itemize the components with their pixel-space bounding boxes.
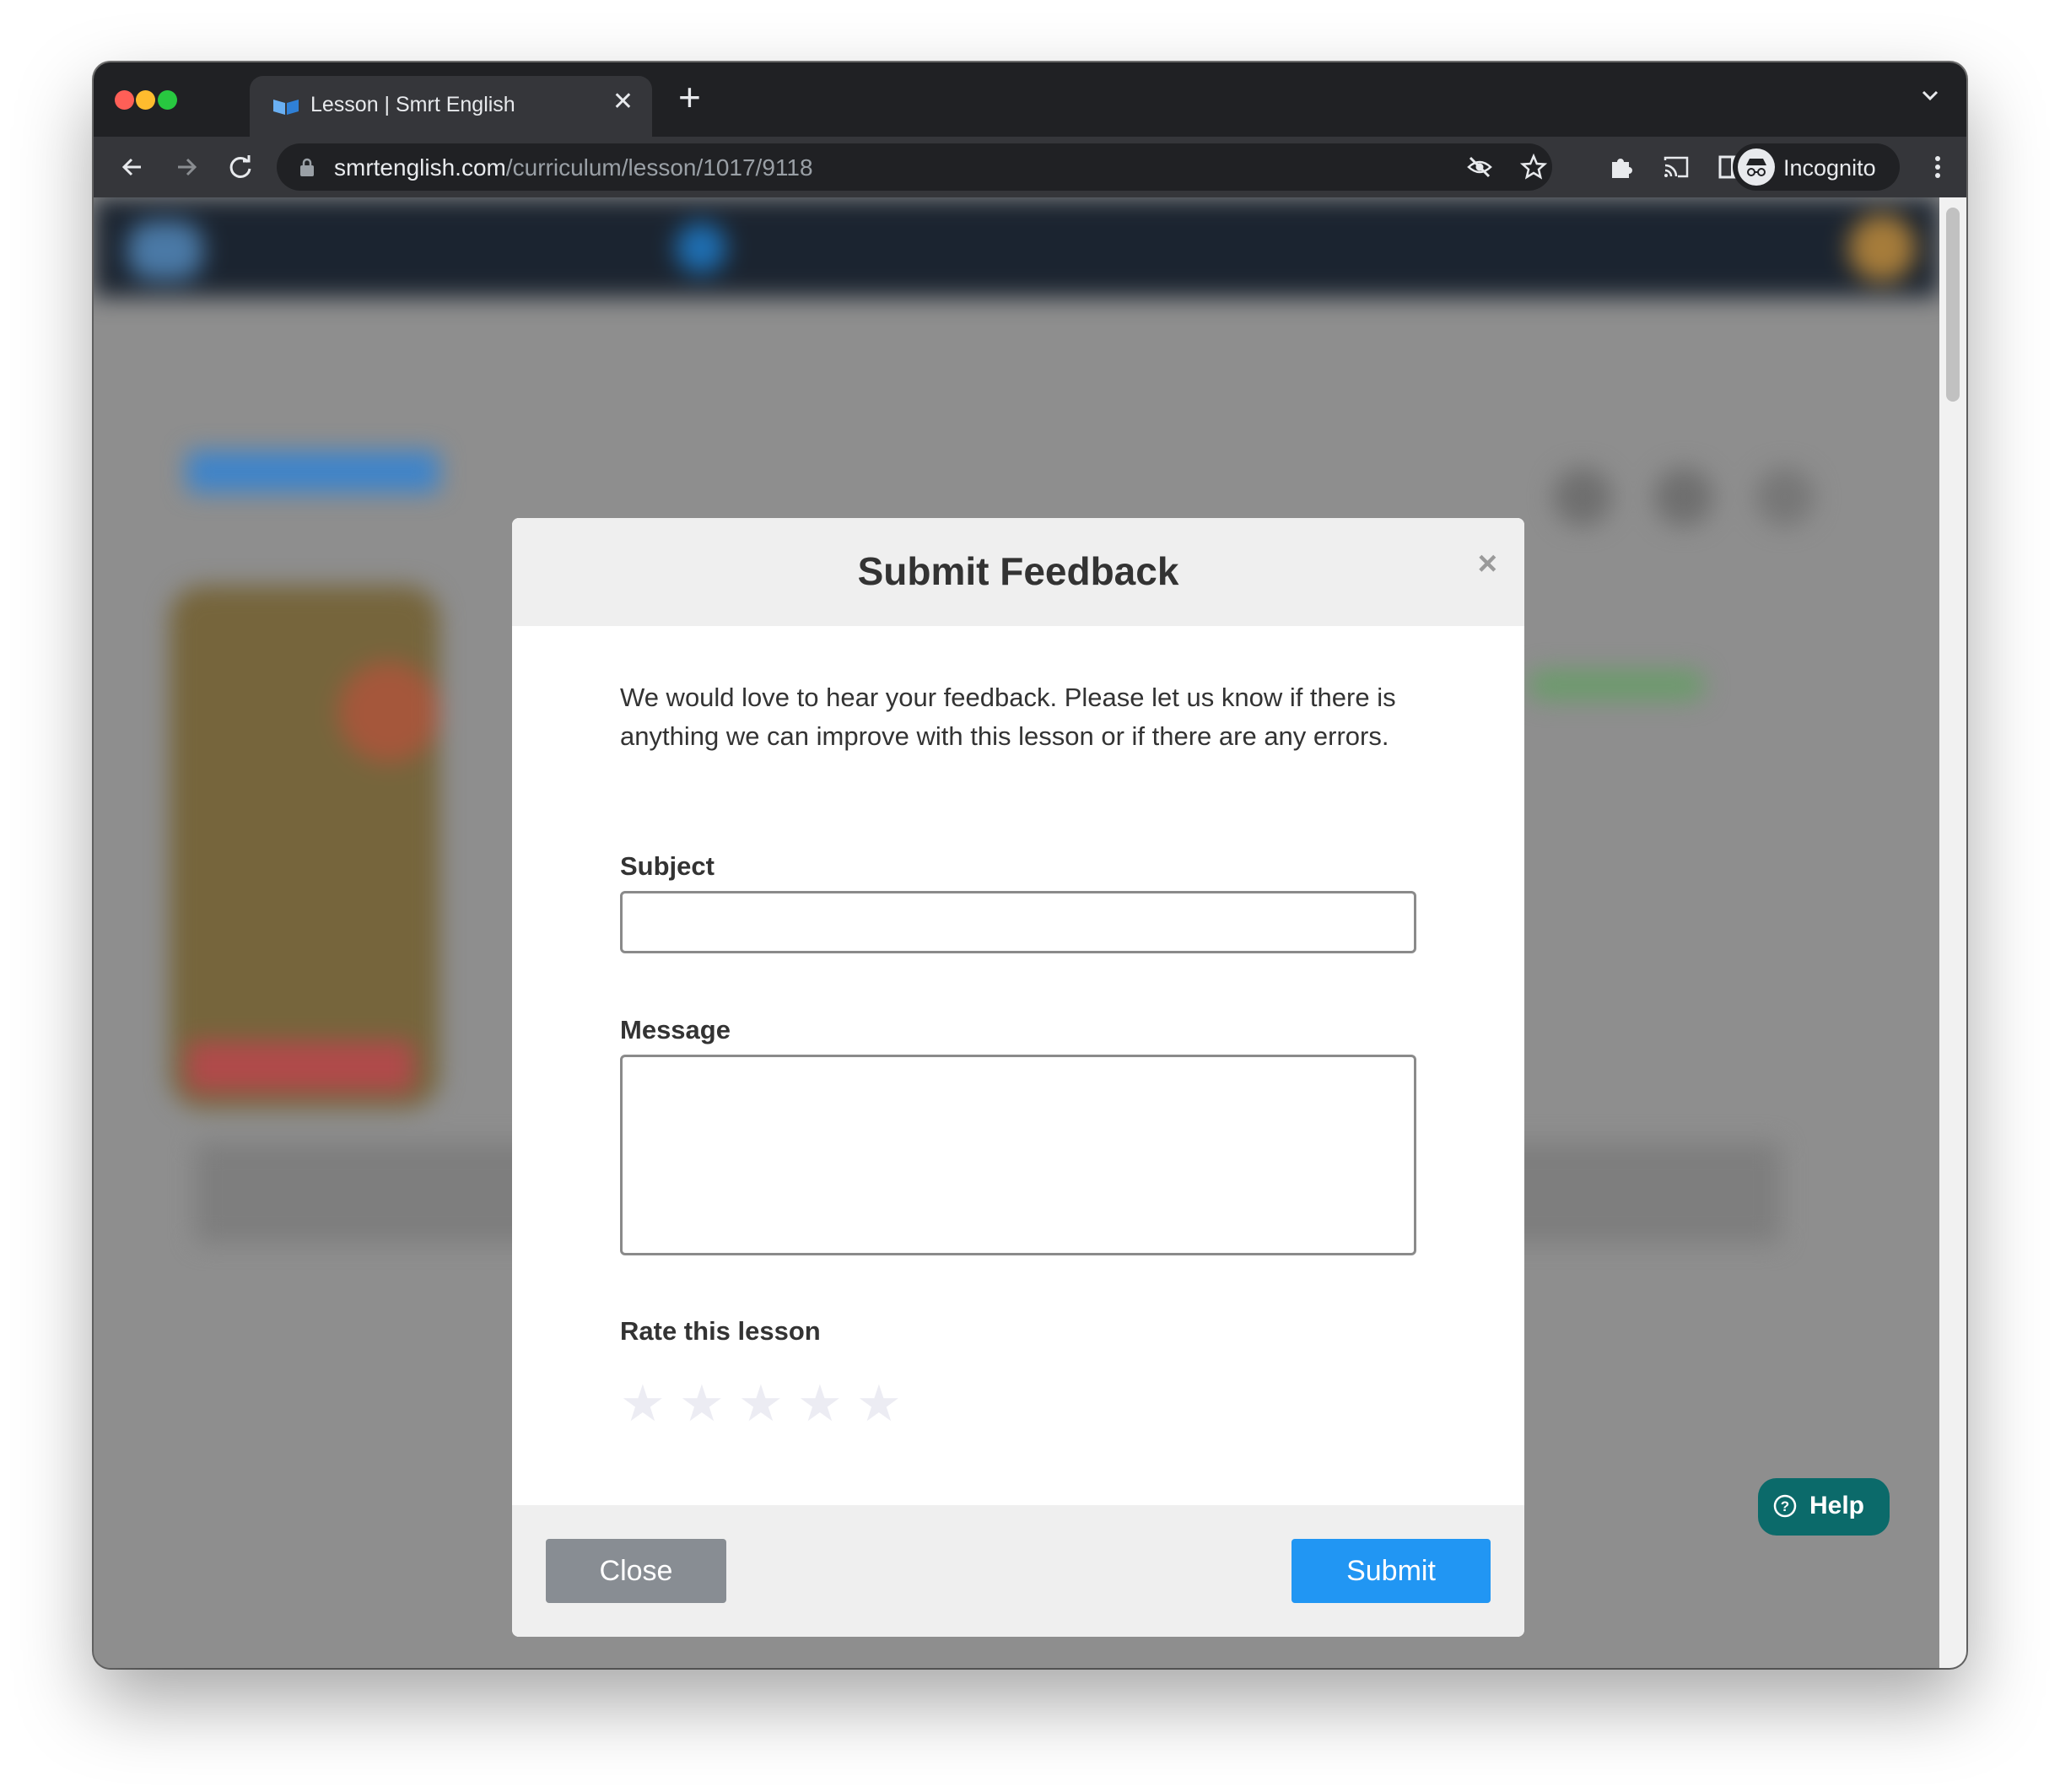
message-label: Message <box>620 1015 731 1044</box>
close-button[interactable]: Close <box>546 1539 726 1603</box>
extensions-puzzle-icon[interactable] <box>1607 152 1637 182</box>
incognito-icon <box>1738 148 1775 186</box>
close-window-button[interactable] <box>115 90 134 110</box>
page-viewport: Submit Feedback × We would love to hear … <box>94 197 1939 1668</box>
modal-footer: Close Submit <box>512 1505 1524 1637</box>
book-favicon-icon <box>273 100 299 115</box>
profile-label: Incognito <box>1783 155 1876 181</box>
browser-window: Lesson | Smrt English ✕ + smrtenglish.co… <box>94 62 1966 1668</box>
eye-off-icon[interactable] <box>1466 154 1493 181</box>
blurred-action-2 <box>1654 467 1713 526</box>
modal-title: Submit Feedback <box>857 549 1179 593</box>
blurred-action-1 <box>1553 467 1612 526</box>
modal-intro-text: We would love to hear your feedback. Ple… <box>620 683 1396 751</box>
rating-star-3[interactable]: ★ <box>738 1379 784 1429</box>
tab-search-chevron-icon[interactable] <box>1917 83 1943 108</box>
nav-highlight <box>676 223 726 273</box>
site-logo <box>127 221 203 280</box>
subject-label: Subject <box>620 851 715 881</box>
tab-lesson[interactable]: Lesson | Smrt English ✕ <box>250 76 652 137</box>
user-avatar <box>1848 214 1916 282</box>
url-host: smrtenglish.com <box>334 154 506 181</box>
tab-bar: Lesson | Smrt English ✕ + <box>94 62 1966 137</box>
rating-star-2[interactable]: ★ <box>679 1379 725 1429</box>
more-vert-icon[interactable] <box>1922 152 1953 182</box>
question-circle-icon: ? <box>1773 1494 1797 1518</box>
address-bar[interactable]: smrtenglish.com/curriculum/lesson/1017/9… <box>277 143 1552 191</box>
url-path: /curriculum/lesson/1017/9118 <box>505 154 813 181</box>
page-scrollbar[interactable] <box>1939 197 1966 1668</box>
new-tab-plus-icon[interactable]: + <box>678 78 701 116</box>
feedback-modal: Submit Feedback × We would love to hear … <box>512 518 1524 1637</box>
tab-close-icon[interactable]: ✕ <box>612 89 634 115</box>
modal-header: Submit Feedback × <box>512 518 1524 626</box>
zoom-window-button[interactable] <box>158 90 177 110</box>
help-button[interactable]: ? Help <box>1758 1478 1890 1536</box>
browser-toolbar: smrtenglish.com/curriculum/lesson/1017/9… <box>94 137 1966 197</box>
rating-star-4[interactable]: ★ <box>797 1379 843 1429</box>
site-navbar <box>94 197 1939 297</box>
subject-input[interactable] <box>620 891 1416 953</box>
forward-arrow-icon[interactable] <box>171 152 202 182</box>
minimize-window-button[interactable] <box>136 90 155 110</box>
rating-star-5[interactable]: ★ <box>856 1379 902 1429</box>
reload-icon[interactable] <box>225 152 256 182</box>
back-arrow-icon[interactable] <box>117 152 148 182</box>
blurred-breadcrumb <box>186 451 440 493</box>
cast-icon[interactable] <box>1661 152 1691 182</box>
submit-button[interactable]: Submit <box>1292 1539 1491 1603</box>
lock-icon[interactable] <box>299 157 315 177</box>
blurred-illustration-detail <box>338 661 440 763</box>
modal-close-icon[interactable]: × <box>1478 547 1497 580</box>
message-textarea[interactable] <box>620 1055 1416 1255</box>
blurred-action-3 <box>1755 467 1815 526</box>
blurred-section-heading <box>186 1041 414 1092</box>
page-scrollbar-thumb[interactable] <box>1946 208 1960 402</box>
tab-title: Lesson | Smrt English <box>310 93 515 116</box>
rating-label: Rate this lesson <box>620 1316 821 1346</box>
star-icon[interactable] <box>1520 154 1547 181</box>
help-label: Help <box>1809 1492 1865 1519</box>
svg-text:?: ? <box>1781 1498 1789 1514</box>
blurred-status-chip <box>1528 670 1705 700</box>
incognito-profile-button[interactable]: Incognito <box>1733 143 1900 191</box>
rating-star-1[interactable]: ★ <box>620 1379 666 1429</box>
url-text: smrtenglish.com/curriculum/lesson/1017/9… <box>334 154 813 181</box>
